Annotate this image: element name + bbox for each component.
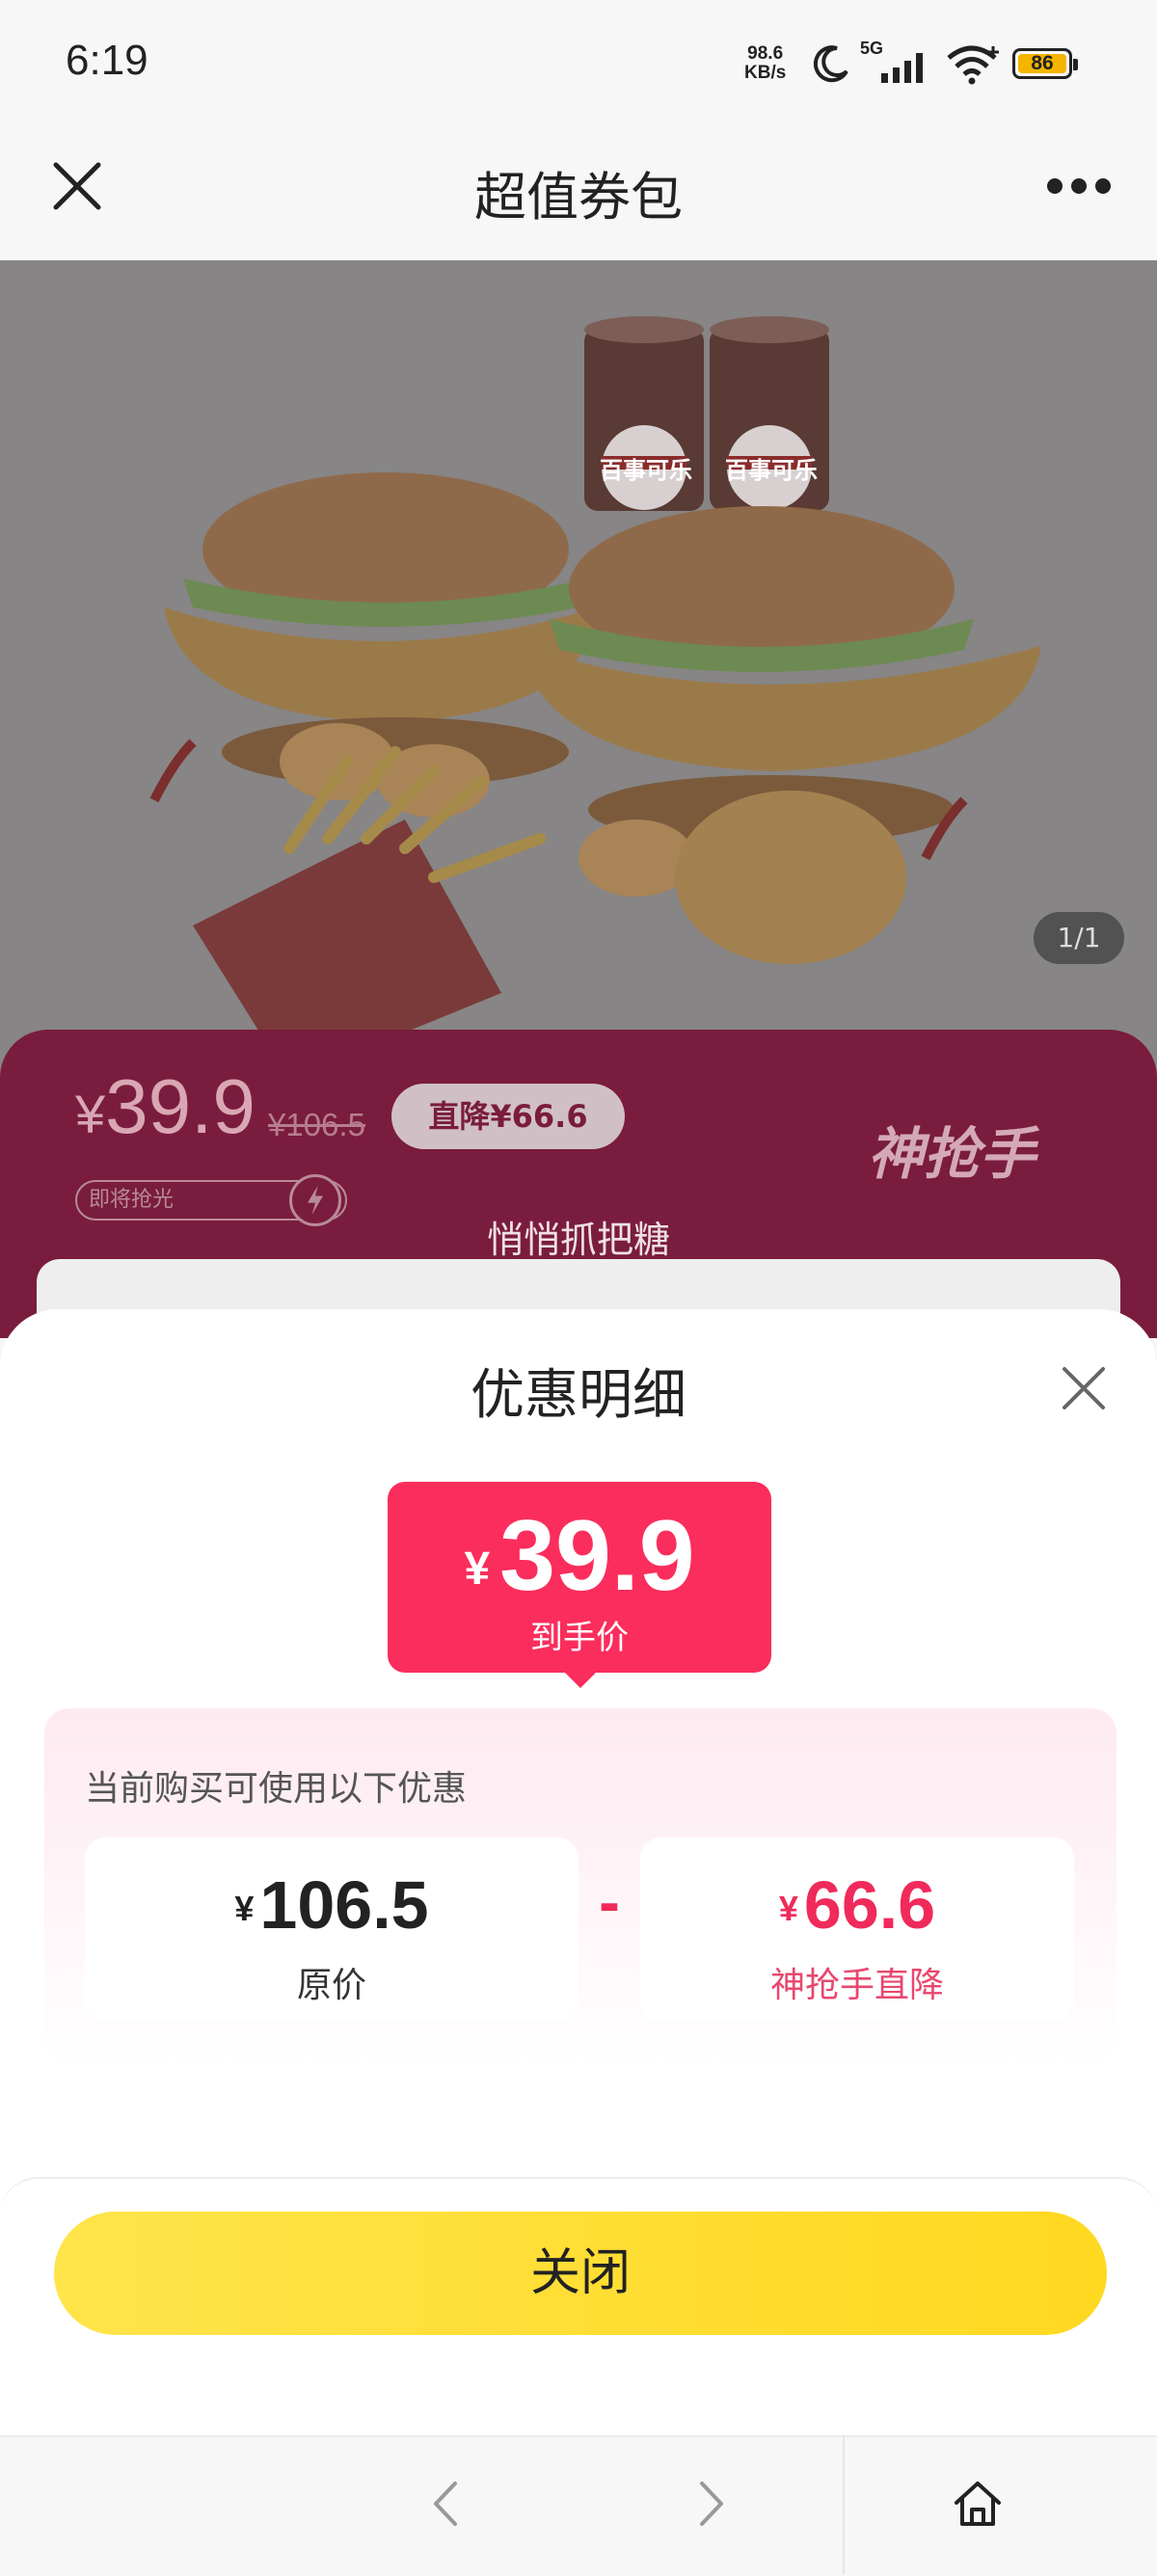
nav-divider <box>843 2435 845 2574</box>
product-image[interactable]: 百事可乐 百事可乐 <box>0 260 1157 1080</box>
original-price: ¥106.5 <box>85 1866 578 1944</box>
more-icon[interactable] <box>1045 169 1113 203</box>
original-currency: ¥ <box>234 1889 255 1928</box>
sheet-title: 优惠明细 <box>471 1364 686 1427</box>
banner-currency: ¥ <box>75 1084 106 1144</box>
final-price-value: 39.9 <box>499 1500 695 1612</box>
brand-logo: 神抢手 <box>868 1121 1036 1187</box>
banner-original-price: ¥106.5 <box>268 1107 365 1142</box>
discount-card: ¥66.6 神抢手直降 <box>640 1838 1074 2021</box>
original-price-card: ¥106.5 原价 <box>85 1838 578 2021</box>
net-speed-unit: KB/s <box>744 63 787 83</box>
price-drop-text: 直降¥66.6 <box>428 1098 588 1135</box>
page-title: 超值券包 <box>474 167 683 228</box>
discount-label: 神抢手直降 <box>769 1966 944 2005</box>
price-drop-badge: 直降¥66.6 <box>391 1084 625 1149</box>
battery-icon: 86 <box>1012 48 1072 79</box>
net-speed-value: 98.6 <box>747 43 784 64</box>
discount-value: 66.6 <box>803 1867 936 1943</box>
wifi-icon <box>947 45 999 85</box>
moon-icon <box>813 45 848 83</box>
back-icon[interactable] <box>424 2478 467 2530</box>
banner-price-value: 39.9 <box>105 1063 256 1149</box>
close-button[interactable]: 关闭 <box>54 2212 1107 2335</box>
original-price-value: 106.5 <box>259 1867 429 1943</box>
promo-text: 悄悄抓把糖 <box>486 1219 670 1261</box>
status-time: 6:19 <box>66 37 148 84</box>
product-label-2: 百事可乐 <box>725 457 818 484</box>
sheet-close-icon[interactable] <box>1057 1361 1111 1415</box>
battery-tip <box>1073 59 1078 70</box>
original-price-label: 原价 <box>296 1966 366 2005</box>
rush-label: 即将抢光 <box>89 1188 175 1212</box>
final-price: ¥39.9 <box>388 1503 771 1623</box>
discount-currency: ¥ <box>778 1889 798 1928</box>
battery-level: 86 <box>1018 53 1066 73</box>
product-label-1: 百事可乐 <box>600 457 692 484</box>
minus-operator: - <box>598 1874 621 1935</box>
final-price-pointer <box>563 1671 598 1688</box>
net-speed: 98.6 KB/s <box>744 44 786 83</box>
image-counter: 1/1 <box>1034 912 1124 964</box>
banner-price: ¥39.9 <box>75 1062 256 1151</box>
discount-amount: ¥66.6 <box>640 1866 1074 1944</box>
food-illustration <box>149 316 1041 1080</box>
final-price-label: 到手价 <box>530 1619 629 1657</box>
final-price-box: ¥39.9 到手价 <box>388 1482 771 1673</box>
forward-icon[interactable] <box>690 2478 733 2530</box>
discount-hint: 当前购买可使用以下优惠 <box>85 1769 468 1809</box>
signal-5g-icon <box>881 53 923 83</box>
final-price-currency: ¥ <box>464 1543 491 1595</box>
home-icon[interactable] <box>951 2478 1005 2530</box>
